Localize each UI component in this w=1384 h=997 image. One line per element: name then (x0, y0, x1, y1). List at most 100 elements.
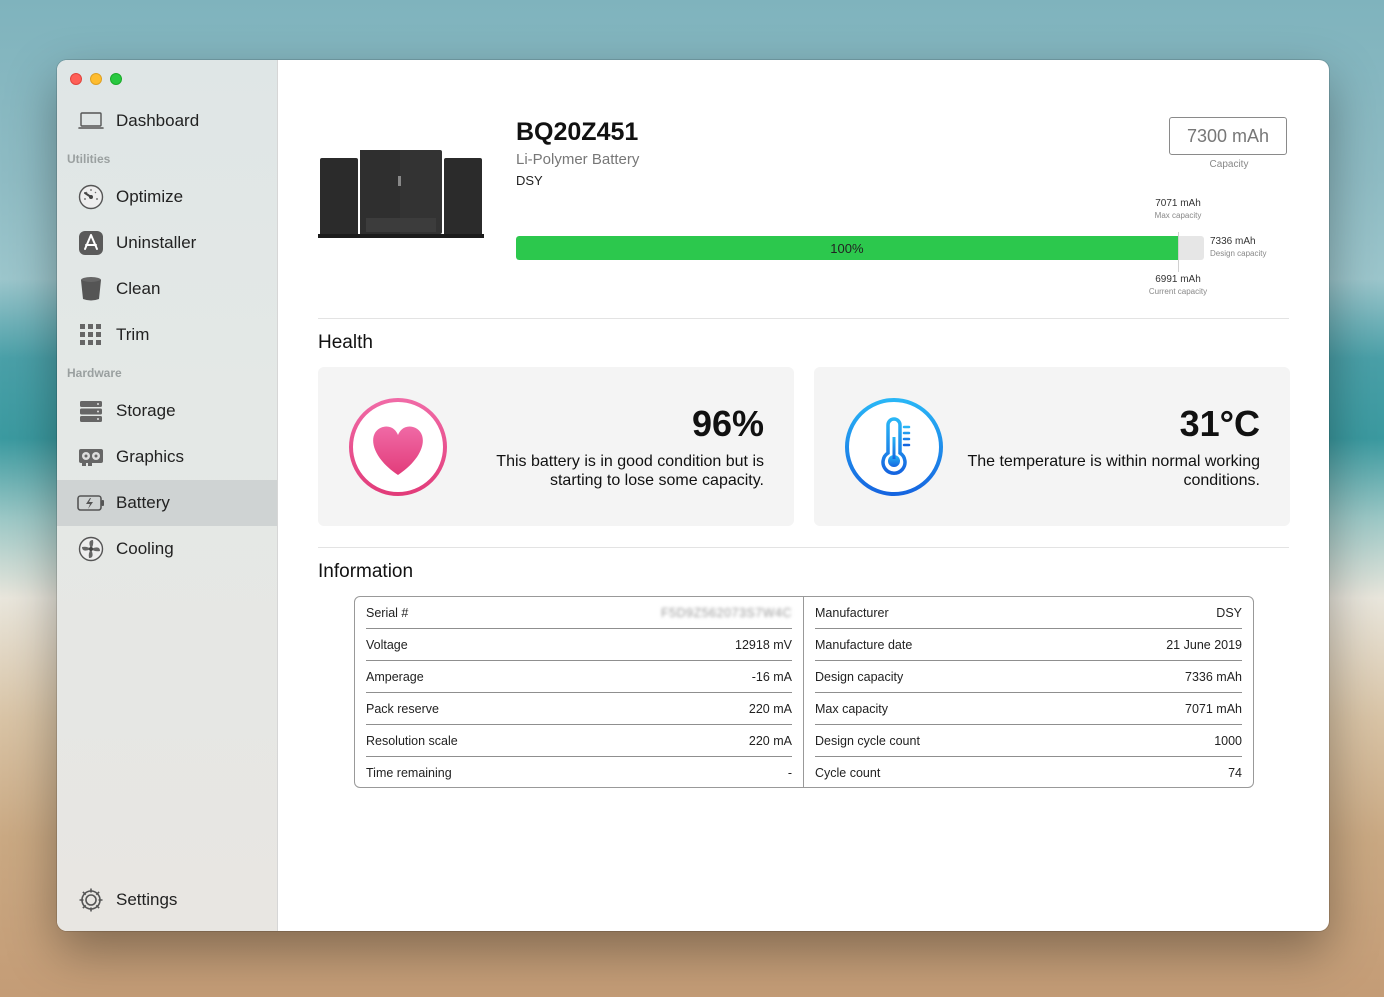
sidebar-item-cooling[interactable]: Cooling (57, 526, 277, 572)
battery-manufacturer: DSY (516, 173, 543, 188)
temperature-card: 31°C The temperature is within normal wo… (814, 367, 1290, 526)
row-value: 7071 mAh (1185, 702, 1242, 716)
divider (318, 547, 1289, 548)
fan-icon (77, 535, 105, 563)
sidebar-item-label: Settings (116, 890, 178, 909)
divider (318, 318, 1289, 319)
max-capacity-label: Max capacity (1154, 211, 1202, 220)
battery-type: Li-Polymer Battery (516, 151, 640, 168)
max-capacity-annotation: 7071 mAh Max capacity (1138, 198, 1218, 222)
current-capacity-label: Current capacity (1148, 287, 1208, 296)
row-value: 74 (1228, 766, 1242, 780)
capacity-bar-percent: 100% (830, 240, 864, 256)
capacity-bar-fill: 100% (516, 236, 1178, 260)
sidebar-item-label: Battery (116, 493, 170, 512)
sidebar-item-trim[interactable]: Trim (57, 312, 277, 358)
table-row: Voltage 12918 mV (366, 629, 792, 661)
battery-icon (77, 489, 105, 517)
table-row: Pack reserve 220 mA (366, 693, 792, 725)
graphics-card-icon (77, 443, 105, 471)
sidebar-item-label: Dashboard (116, 111, 200, 130)
row-value: - (787, 766, 792, 780)
row-value: 1000 (1214, 734, 1242, 748)
row-value: -16 mA (751, 670, 792, 684)
current-capacity-value: 6991 mAh (1155, 274, 1201, 285)
sidebar-item-label: Optimize (116, 187, 184, 206)
row-value: 12918 mV (735, 638, 792, 652)
table-row: Resolution scale 220 mA (366, 725, 792, 757)
sidebar-item-battery[interactable]: Battery (57, 480, 277, 526)
capacity-label: Capacity (1209, 159, 1249, 170)
minimize-window-button[interactable] (90, 73, 102, 85)
section-label-hardware: Hardware (67, 366, 122, 380)
table-row: Amperage -16 mA (366, 661, 792, 693)
row-value: 220 mA (748, 702, 792, 716)
table-row: Manufacturer DSY (815, 597, 1242, 629)
table-row: Design capacity 7336 mAh (815, 661, 1242, 693)
storage-icon (77, 397, 105, 425)
sidebar-item-label: Graphics (116, 447, 185, 466)
table-row: Cycle count 74 (815, 757, 1242, 787)
row-label: Time remaining (366, 766, 452, 780)
zoom-window-button[interactable] (110, 73, 122, 85)
information-left-column: Serial # F5D9Z562073S7W4C Voltage 12918 … (355, 597, 804, 787)
sidebar-item-graphics[interactable]: Graphics (57, 434, 277, 480)
information-right-column: Manufacturer DSY Manufacture date 21 Jun… (804, 597, 1253, 787)
battery-model-title: BQ20Z451 (516, 118, 639, 146)
information-table: Serial # F5D9Z562073S7W4C Voltage 12918 … (354, 596, 1254, 788)
battery-pack-image (318, 150, 484, 238)
laptop-icon (77, 107, 105, 135)
table-row: Design cycle count 1000 (815, 725, 1242, 757)
row-label: Resolution scale (366, 734, 458, 748)
sidebar-item-optimize[interactable]: Optimize (57, 174, 277, 220)
capacity-bar: 100% (516, 236, 1204, 260)
design-capacity-label: Design capacity (1210, 249, 1267, 258)
app-window: Dashboard Utilities Optimize Uninstaller… (57, 60, 1329, 931)
sidebar-item-storage[interactable]: Storage (57, 388, 277, 434)
row-value: 220 mA (748, 734, 792, 748)
sidebar-item-clean[interactable]: Clean (57, 266, 277, 312)
row-label: Pack reserve (366, 702, 439, 716)
design-capacity-value: 7336 mAh (1210, 236, 1256, 247)
serial-value-redacted: F5D9Z562073S7W4C (661, 606, 792, 620)
capacity-field: 7300 mAh (1169, 117, 1287, 155)
battery-health-text: This battery is in good condition but is… (496, 453, 764, 489)
max-capacity-marker (1178, 232, 1179, 272)
trash-icon (77, 275, 105, 303)
row-value: 21 June 2019 (1166, 638, 1242, 652)
row-label: Design cycle count (815, 734, 920, 748)
app-store-icon (77, 229, 105, 257)
gauge-icon (77, 183, 105, 211)
table-row: Max capacity 7071 mAh (815, 693, 1242, 725)
max-capacity-value: 7071 mAh (1155, 198, 1201, 209)
sidebar-item-label: Storage (116, 401, 176, 420)
sidebar-item-label: Uninstaller (116, 233, 197, 252)
temperature-text: The temperature is within normal working… (967, 453, 1260, 489)
sidebar: Dashboard Utilities Optimize Uninstaller… (57, 60, 278, 931)
row-label: Cycle count (815, 766, 881, 780)
table-row: Time remaining - (366, 757, 792, 787)
row-label: Voltage (366, 638, 408, 652)
row-label: Manufacturer (815, 606, 889, 620)
close-window-button[interactable] (70, 73, 82, 85)
heart-icon (349, 398, 447, 496)
row-value: DSY (1216, 606, 1242, 620)
sidebar-item-dashboard[interactable]: Dashboard (57, 98, 277, 144)
sidebar-item-uninstaller[interactable]: Uninstaller (57, 220, 277, 266)
row-label: Manufacture date (815, 638, 913, 652)
information-section-title: Information (318, 561, 414, 582)
thermometer-icon (845, 398, 943, 496)
battery-health-value: 96% (691, 403, 764, 444)
row-label: Max capacity (815, 702, 888, 716)
sidebar-item-label: Cooling (116, 539, 174, 558)
health-section-title: Health (318, 332, 373, 353)
row-value: 7336 mAh (1185, 670, 1242, 684)
grid-icon (77, 321, 105, 349)
section-label-utilities: Utilities (67, 152, 111, 166)
table-row: Manufacture date 21 June 2019 (815, 629, 1242, 661)
table-row: Serial # F5D9Z562073S7W4C (366, 597, 792, 629)
sidebar-item-settings[interactable]: Settings (57, 877, 277, 923)
battery-health-card: 96% This battery is in good condition bu… (318, 367, 794, 526)
window-controls (70, 73, 122, 85)
design-capacity-annotation: 7336 mAh Design capacity (1210, 236, 1290, 260)
